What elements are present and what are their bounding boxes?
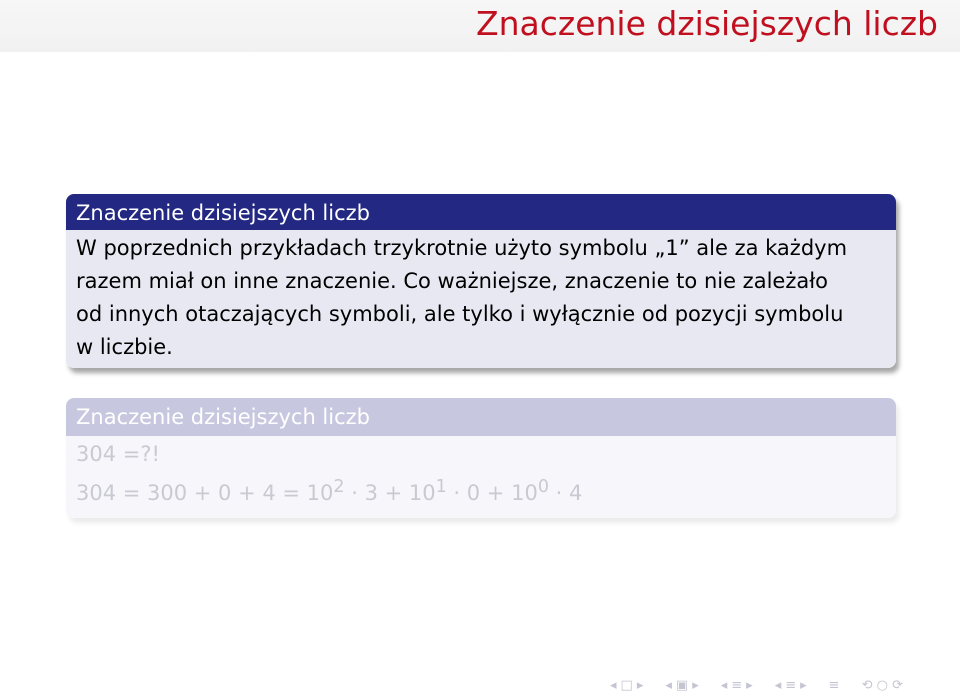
math-part: · 3 + 10 xyxy=(344,481,436,505)
math-prefix: 304 = 300 + 0 + 4 = 10 xyxy=(76,481,334,505)
arrow-left-icon[interactable]: ◂ xyxy=(775,678,782,693)
block-body: W poprzednich przykładach trzykrotnie uż… xyxy=(66,230,896,368)
arrow-right-icon[interactable]: ▸ xyxy=(637,678,644,693)
frame-title-bar: Znaczenie dzisiejszych liczb xyxy=(0,0,960,52)
zoom-icon[interactable]: ⟲ ○ ⟳ xyxy=(862,678,903,693)
math-suffix: · 4 xyxy=(548,481,583,505)
section-icon[interactable]: ≡ xyxy=(731,678,742,693)
subsection-icon[interactable]: ▣ xyxy=(676,678,688,693)
exponent: 0 xyxy=(537,477,549,497)
arrow-right-icon[interactable]: ▸ xyxy=(692,678,699,693)
frame-title: Znaczenie dzisiejszych liczb xyxy=(476,4,938,43)
body-line: od innych otaczających symboli, ale tylk… xyxy=(76,302,844,326)
arrow-left-icon[interactable]: ◂ xyxy=(721,678,728,693)
beamer-navigation: ◂ □ ▸ ◂ ▣ ▸ ◂ ≡ ▸ ◂ ≡ ▸ ≡ ⟲ ○ ⟳ xyxy=(610,675,907,695)
block-title: Znaczenie dzisiejszych liczb xyxy=(66,194,896,230)
body-line: razem miał on inne znaczenie. Co ważniej… xyxy=(76,269,829,293)
math-line-expansion: 304 = 300 + 0 + 4 = 102 · 3 + 101 · 0 + … xyxy=(76,471,886,510)
presentation-icon[interactable]: ≡ xyxy=(785,678,796,693)
arrow-left-icon[interactable]: ◂ xyxy=(665,678,672,693)
body-line: w liczbie. xyxy=(76,335,173,359)
exponent: 2 xyxy=(333,477,345,497)
body-line: W poprzednich przykładach trzykrotnie uż… xyxy=(76,236,848,260)
math-part: · 0 + 10 xyxy=(446,481,538,505)
align-icon[interactable]: ≡ xyxy=(829,678,840,693)
arrow-right-icon[interactable]: ▸ xyxy=(746,678,753,693)
exponent: 1 xyxy=(435,477,447,497)
arrow-right-icon[interactable]: ▸ xyxy=(800,678,807,693)
block-title: Znaczenie dzisiejszych liczb xyxy=(66,398,896,436)
arrow-left-icon[interactable]: ◂ xyxy=(610,678,617,693)
content-block-secondary: Znaczenie dzisiejszych liczb 304 =?! 304… xyxy=(66,398,896,518)
math-line-question: 304 =?! xyxy=(76,442,160,466)
content-block-primary: Znaczenie dzisiejszych liczb W poprzedni… xyxy=(66,194,896,368)
block-body: 304 =?! 304 = 300 + 0 + 4 = 102 · 3 + 10… xyxy=(66,436,896,518)
frame-icon[interactable]: □ xyxy=(621,678,633,693)
